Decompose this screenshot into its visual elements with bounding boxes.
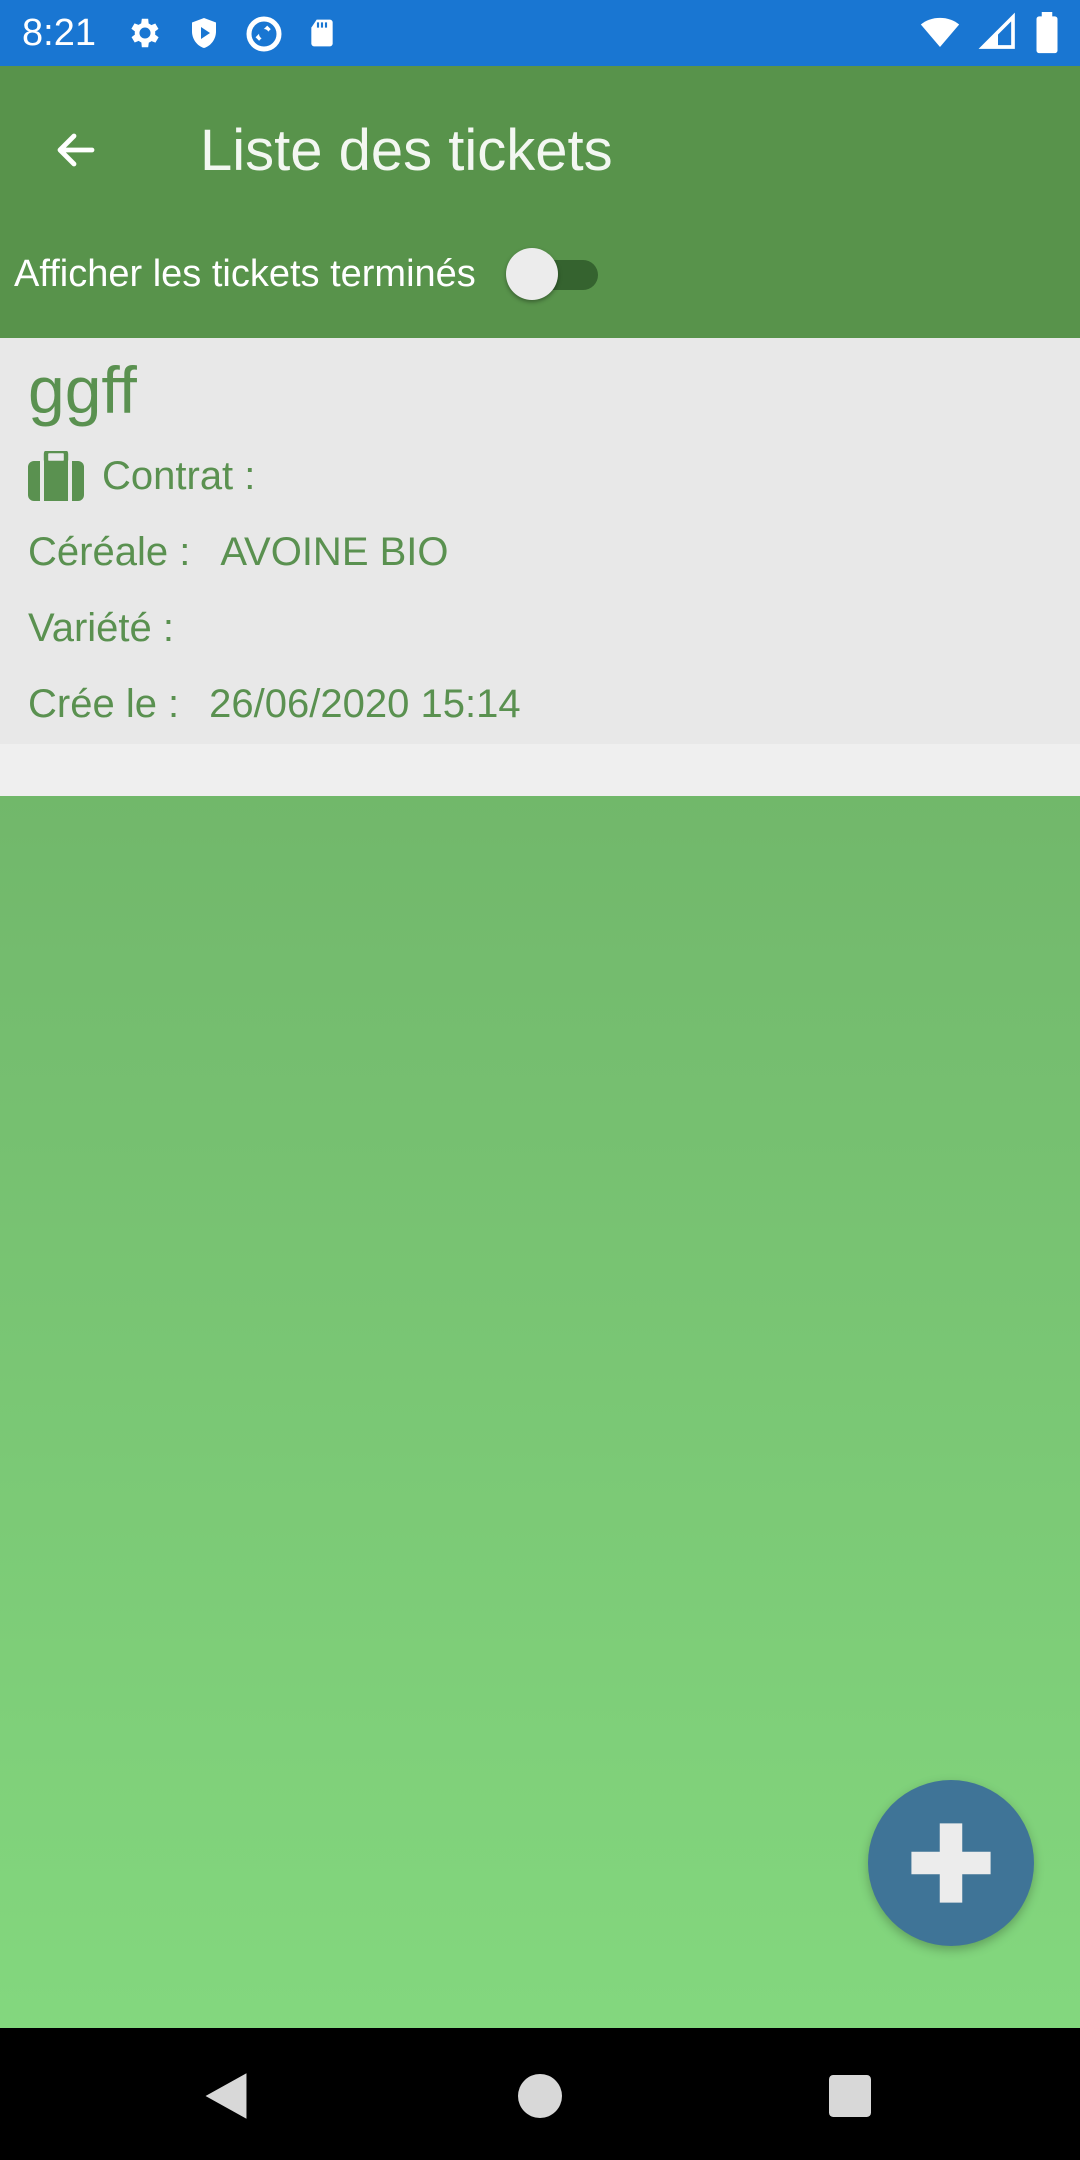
- screen: 8:21 Liste des tickets Afficher les tick…: [0, 0, 1080, 2160]
- variety-label: Variété :: [28, 606, 174, 650]
- nav-home-button[interactable]: [510, 2066, 570, 2126]
- contract-label: Contrat :: [102, 454, 256, 498]
- sd-card-icon: [306, 14, 338, 54]
- ticket-contract-row: Contrat :: [28, 448, 285, 504]
- back-triangle-icon: [205, 2073, 247, 2119]
- add-ticket-button[interactable]: [868, 1780, 1034, 1946]
- system-nav-bar: [0, 2028, 1080, 2160]
- status-icons-left: [126, 14, 338, 54]
- show-finished-label: Afficher les tickets terminés: [14, 253, 476, 295]
- toggle-thumb: [506, 248, 558, 300]
- arrow-left-icon: [57, 133, 95, 167]
- created-label: Crée le :: [28, 682, 180, 726]
- show-finished-toggle[interactable]: [506, 244, 598, 304]
- settings-gear-icon: [126, 14, 164, 54]
- ticket-cereal-row: Céréale : AVOINE BIO: [28, 524, 449, 580]
- ticket-name: ggff: [28, 353, 137, 427]
- shield-play-icon: [186, 14, 222, 54]
- plus-icon: [911, 1823, 991, 1903]
- nav-back-button[interactable]: [196, 2066, 256, 2126]
- status-bar: 8:21: [0, 0, 1080, 66]
- ticket-created-row: Crée le : 26/06/2020 15:14: [28, 676, 521, 732]
- wifi-icon: [918, 12, 962, 54]
- recents-square-icon: [829, 2075, 871, 2117]
- page-title: Liste des tickets: [200, 118, 613, 183]
- nav-recents-button[interactable]: [820, 2066, 880, 2126]
- cereal-value: AVOINE BIO: [220, 530, 449, 574]
- cell-signal-icon: [978, 12, 1018, 54]
- status-icons-right: [918, 12, 1060, 54]
- data-saver-icon: [244, 14, 284, 54]
- app-bar: Liste des tickets Afficher les tickets t…: [0, 66, 1080, 338]
- ticket-list: ggff Contrat : Céréale : AVOINE BIO Vari…: [0, 338, 1080, 796]
- battery-icon: [1034, 12, 1060, 54]
- ticket-card[interactable]: ggff Contrat : Céréale : AVOINE BIO Vari…: [0, 338, 1080, 744]
- back-button[interactable]: [36, 110, 116, 190]
- ticket-variety-row: Variété :: [28, 600, 204, 656]
- cereal-label: Céréale :: [28, 530, 191, 574]
- home-circle-icon: [518, 2074, 562, 2118]
- created-value: 26/06/2020 15:14: [209, 682, 521, 726]
- status-time: 8:21: [22, 12, 96, 54]
- briefcase-icon: [28, 451, 84, 501]
